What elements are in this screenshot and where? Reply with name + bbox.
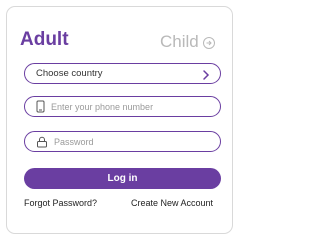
- create-account-link[interactable]: Create New Account: [131, 198, 213, 208]
- lock-icon: [36, 136, 48, 148]
- phone-placeholder: Enter your phone number: [51, 101, 154, 112]
- arrow-right-circle-icon: [202, 37, 215, 49]
- password-field[interactable]: Password: [24, 131, 221, 152]
- country-select[interactable]: Choose country: [24, 63, 221, 84]
- login-button[interactable]: Log in: [24, 168, 221, 189]
- country-select-value: Choose country: [36, 68, 103, 79]
- phone-field[interactable]: Enter your phone number: [24, 96, 221, 117]
- password-placeholder: Password: [54, 136, 94, 147]
- chevron-right-icon: [202, 68, 210, 86]
- forgot-password-link[interactable]: Forgot Password?: [24, 198, 97, 208]
- tab-child[interactable]: Child: [160, 31, 215, 53]
- phone-icon: [36, 100, 45, 113]
- tab-child-label: Child: [160, 32, 199, 51]
- tab-adult[interactable]: Adult: [20, 29, 69, 51]
